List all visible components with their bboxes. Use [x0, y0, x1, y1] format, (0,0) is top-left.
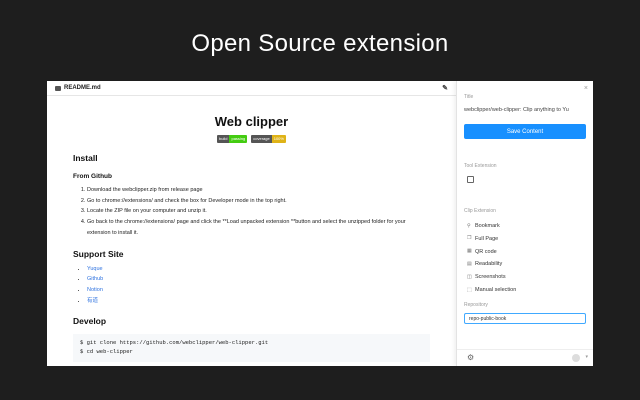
gear-icon[interactable]: ⚙	[467, 353, 474, 362]
list-item: Go back to the chrome://extensions/ page…	[87, 217, 430, 238]
code-line: $ git clone https://github.com/webclippe…	[80, 339, 269, 347]
clip-item-label: Screenshots	[475, 274, 506, 281]
title-field[interactable]: webclipper/web-clipper: Clip anything to…	[464, 107, 586, 113]
readme-header: README.md ✎	[47, 81, 456, 96]
close-icon[interactable]: ×	[584, 85, 588, 92]
develop-heading: Develop	[73, 316, 107, 327]
badges: build passing coverage 100%	[73, 135, 430, 143]
support-link-notion[interactable]: Notion	[87, 287, 103, 293]
clip-item-readability[interactable]: ▤ Readability	[467, 258, 516, 271]
install-steps: Download the webclipper.zip from release…	[73, 185, 430, 239]
list-item: Locate the ZIP file on your computer and…	[87, 206, 430, 217]
tool-extension-label: Tool Extension	[464, 163, 497, 169]
readme-view: README.md ✎ Web clipper build passing co…	[47, 81, 456, 366]
book-icon: ▤	[467, 260, 472, 267]
panel-footer: ⚙ ▾	[457, 349, 593, 366]
list-item: Go to chrome://extensions/ and check the…	[87, 196, 430, 207]
clip-extension-label: Clip Extension	[464, 208, 496, 214]
code-block: $ git clone https://github.com/webclippe…	[73, 334, 430, 363]
support-link-youdao[interactable]: 有道	[87, 298, 98, 304]
copy-icon: ❐	[467, 235, 472, 242]
clipper-panel: × Title webclipper/web-clipper: Clip any…	[456, 81, 593, 366]
avatar[interactable]	[572, 354, 580, 362]
readme-title: Web clipper	[214, 114, 289, 129]
install-heading: Install	[73, 153, 98, 163]
select-icon: ⬚	[467, 286, 472, 293]
clip-item-screenshots[interactable]: ◫ Screenshots	[467, 271, 516, 284]
edit-icon[interactable]: ✎	[442, 84, 448, 92]
badge-value: passing	[229, 135, 248, 143]
screenshot-window: README.md ✎ Web clipper build passing co…	[47, 81, 593, 366]
repository-select[interactable]	[464, 313, 586, 324]
repository-label: Repository	[464, 302, 488, 308]
build-badge: build passing	[217, 135, 248, 143]
from-github-heading: From Github	[73, 173, 112, 180]
banner-title: Open Source extension	[191, 30, 449, 57]
clip-extension-list: ⚲ Bookmark ❐ Full Page ▦ QR code ▤ Readabili…	[467, 220, 516, 297]
title-label: Title	[464, 94, 474, 100]
clip-item-label: Readability	[475, 261, 503, 268]
chevron-down-icon[interactable]: ▾	[585, 354, 588, 360]
clip-item-label: QR code	[475, 248, 497, 255]
support-link-github[interactable]: Github	[87, 276, 103, 282]
badge-value: 100%	[271, 135, 286, 143]
clip-item-label: Bookmark	[475, 223, 500, 230]
clip-item-qr-code[interactable]: ▦ QR code	[467, 246, 516, 259]
badge-label: coverage	[251, 135, 272, 143]
clip-item-full-page[interactable]: ❐ Full Page	[467, 233, 516, 246]
code-line: $ cd web-clipper	[80, 348, 133, 356]
readme-filename: README.md	[64, 85, 101, 91]
clip-item-manual-selection[interactable]: ⬚ Manual selection	[467, 284, 516, 297]
camera-icon: ◫	[467, 273, 472, 280]
tool-extension-icon[interactable]	[467, 176, 474, 183]
clip-item-label: Manual selection	[475, 287, 517, 294]
clip-item-bookmark[interactable]: ⚲ Bookmark	[467, 220, 516, 233]
support-list: Yuque Github Notion 有道	[73, 264, 430, 307]
qrcode-icon: ▦	[467, 248, 472, 255]
support-link-yuque[interactable]: Yuque	[87, 266, 103, 272]
coverage-badge: coverage 100%	[251, 135, 286, 143]
list-item: Download the webclipper.zip from release…	[87, 185, 430, 196]
link-icon: ⚲	[467, 222, 471, 229]
support-heading: Support Site	[73, 248, 124, 259]
badge-label: build	[217, 135, 230, 143]
clip-item-label: Full Page	[475, 235, 499, 242]
file-icon	[55, 85, 61, 91]
save-content-button[interactable]: Save Content	[464, 124, 586, 139]
